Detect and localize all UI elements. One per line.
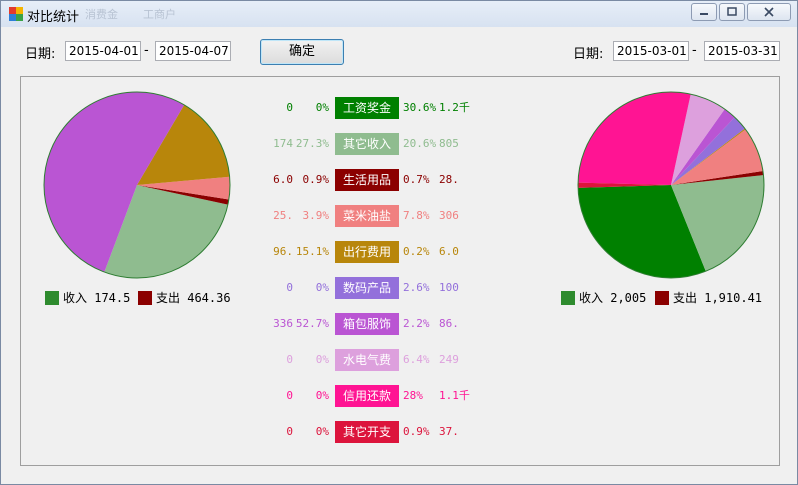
client-area: 日期: 2015-04-01 - 2015-04-07 确定 日期: 2015-… [9, 28, 791, 479]
category-label: 其它收入 [335, 133, 399, 155]
close-button[interactable] [747, 3, 791, 21]
category-label: 箱包服饰 [335, 313, 399, 335]
left-percent: 0% [315, 281, 329, 294]
main-window: 对比统计 消费金 工商户 日期: 2015-04-01 - 2015-04-07… [0, 0, 798, 485]
left-value: 25. [273, 209, 293, 222]
window-title: 对比统计 [27, 10, 80, 25]
date-separator-right: - [692, 43, 697, 58]
minimize-button[interactable] [691, 3, 717, 21]
title-bar: 对比统计 消费金 工商户 [1, 1, 797, 27]
legend-expense-right: 支出 1,910.41 [673, 291, 763, 305]
right-value: 805 [439, 137, 459, 150]
category-label: 数码产品 [335, 277, 399, 299]
legend-income-swatch-right [561, 291, 575, 305]
right-value: 37. [439, 425, 459, 438]
left-value: 0 [286, 353, 293, 366]
legend-income-right: 收入 2,005 [579, 291, 647, 305]
left-percent: 0% [315, 389, 329, 402]
category-label: 其它开支 [335, 421, 399, 443]
left-value: 336 [273, 317, 293, 330]
category-label: 信用还款 [335, 385, 399, 407]
date-end-left[interactable]: 2015-04-07 [155, 41, 231, 61]
date-label-left: 日期: [25, 47, 56, 62]
right-value: 249 [439, 353, 459, 366]
category-row: 96. 15.1% 出行费用 0.2% 6.0 [21, 241, 781, 263]
category-row: 0 0% 工资奖金 30.6% 1.2千 [21, 97, 781, 119]
right-percent: 28% [403, 389, 423, 402]
right-percent: 20.6% [403, 137, 437, 150]
category-row: 0 0% 水电气费 6.4% 249 [21, 349, 781, 371]
left-percent: 0% [315, 353, 329, 366]
legend-income-left: 收入 174.5 [63, 291, 131, 305]
category-label: 菜米油盐 [335, 205, 399, 227]
left-percent: 27.3% [295, 137, 329, 150]
minimize-icon [700, 13, 708, 15]
category-label: 生活用品 [335, 169, 399, 191]
date-separator-left: - [144, 43, 149, 58]
left-percent: 0.9% [302, 173, 330, 186]
right-percent: 0.7% [403, 173, 430, 186]
right-percent: 0.2% [403, 245, 430, 258]
maximize-icon [727, 7, 737, 16]
date-start-left[interactable]: 2015-04-01 [65, 41, 141, 61]
category-label: 出行费用 [335, 241, 399, 263]
ok-button[interactable]: 确定 [260, 39, 344, 65]
category-row: 25. 3.9% 菜米油盐 7.8% 306 [21, 205, 781, 227]
right-value: 28. [439, 173, 459, 186]
left-percent: 3.9% [302, 209, 330, 222]
left-value: 174 [273, 137, 293, 150]
left-percent: 15.1% [295, 245, 329, 258]
left-percent: 52.7% [295, 317, 329, 330]
right-percent: 7.8% [403, 209, 430, 222]
ghost-tab: 工商户 [143, 8, 176, 21]
legend-income-swatch-left [45, 291, 59, 305]
category-row: 0 0% 其它开支 0.9% 37. [21, 421, 781, 443]
right-percent: 2.2% [403, 317, 430, 330]
legend-expense-swatch-right [655, 291, 669, 305]
right-percent: 30.6% [403, 101, 437, 114]
category-row: 336 52.7% 箱包服饰 2.2% 86. [21, 313, 781, 335]
left-value: 96. [273, 245, 293, 258]
date-label-right: 日期: [573, 47, 604, 62]
left-percent: 0% [315, 101, 329, 114]
right-percent: 0.9% [403, 425, 430, 438]
right-percent: 2.6% [403, 281, 430, 294]
right-percent: 6.4% [403, 353, 430, 366]
right-value: 1.2千 [439, 101, 470, 114]
left-value: 0 [286, 281, 293, 294]
right-value: 6.0 [439, 245, 459, 258]
date-start-right[interactable]: 2015-03-01 [613, 41, 689, 61]
category-row: 0 0% 信用还款 28% 1.1千 [21, 385, 781, 407]
category-label: 工资奖金 [335, 97, 399, 119]
category-row: 6.0 0.9% 生活用品 0.7% 28. [21, 169, 781, 191]
right-value: 86. [439, 317, 459, 330]
left-value: 6.0 [273, 173, 293, 186]
left-value: 0 [286, 389, 293, 402]
right-value: 100 [439, 281, 459, 294]
close-icon [764, 7, 774, 17]
left-percent: 0% [315, 425, 329, 438]
ghost-tab: 消费金 [85, 8, 118, 21]
category-row: 174 27.3% 其它收入 20.6% 805 [21, 133, 781, 155]
app-icon [9, 7, 23, 21]
right-value: 1.1千 [439, 389, 470, 402]
comparison-panel: 0 0% 工资奖金 30.6% 1.2千 174 27.3% 其它收入 20.6% 805 6.0 0… [20, 76, 780, 466]
date-end-right[interactable]: 2015-03-31 [704, 41, 780, 61]
legend-expense-swatch-left [138, 291, 152, 305]
legend-expense-left: 支出 464.36 [156, 291, 231, 305]
right-value: 306 [439, 209, 459, 222]
left-value: 0 [286, 101, 293, 114]
maximize-button[interactable] [719, 3, 745, 21]
category-label: 水电气费 [335, 349, 399, 371]
left-value: 0 [286, 425, 293, 438]
